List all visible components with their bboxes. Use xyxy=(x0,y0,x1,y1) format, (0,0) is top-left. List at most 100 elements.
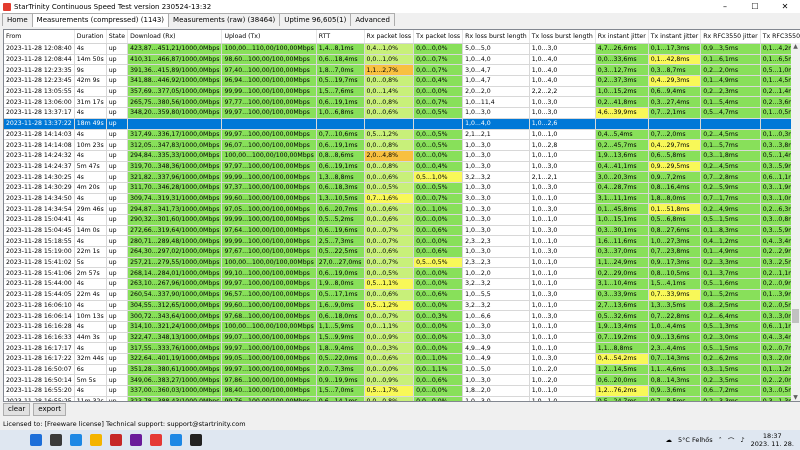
column-header[interactable]: From xyxy=(4,30,75,44)
table-cell: 5m 47s xyxy=(74,161,107,173)
table-cell: 1,9...13,6ms xyxy=(595,150,649,162)
table-row[interactable]: 2023-11-28 14:14:08 10m 23s up 312,05...347… xyxy=(4,139,800,151)
table-row[interactable]: 2023-11-28 16:55:25 11m 32s up 323,78...388… xyxy=(4,396,800,401)
table-row[interactable]: 2023-11-28 13:05:55 4s up 357,69...377,05/1… xyxy=(4,86,800,98)
column-header[interactable]: Upload (Tx) xyxy=(221,30,317,44)
table-row[interactable]: 2023-11-28 15:41:02 5s up 257,21...279,55/1… xyxy=(4,257,800,269)
table-cell: 0,0...0,7% xyxy=(364,257,415,269)
table-row[interactable]: 2023-11-28 16:50:07 6s up 351,28...380,61/1… xyxy=(4,364,800,376)
table-cell: 290,32...301,60/1000,0Mbps xyxy=(127,214,223,226)
table-cell: 2,0...7,3ms xyxy=(316,364,365,376)
column-header[interactable]: Duration xyxy=(74,30,107,44)
tab-uptime[interactable]: Uptime 96,605(1) xyxy=(279,13,352,26)
column-header[interactable]: Tx packet loss xyxy=(413,30,464,44)
table-row[interactable]: 2023-11-28 16:16:28 4s up 314,10...321,24/1… xyxy=(4,321,800,333)
column-header[interactable]: RTT xyxy=(316,30,365,44)
table-row[interactable]: 2023-11-28 16:06:10 4s up 304,55...312,65/1… xyxy=(4,300,800,312)
close-button[interactable]: ✕ xyxy=(770,0,800,13)
table-row[interactable]: 2023-11-28 16:06:14 10m 13s up 300,72...343… xyxy=(4,310,800,322)
weather-text[interactable]: 5°C Felhős xyxy=(678,436,713,444)
table-row[interactable]: 2023-11-28 12:08:40 4s up 423,87...451,21/1… xyxy=(4,43,800,55)
scroll-thumb[interactable] xyxy=(792,309,799,323)
table-row[interactable]: 2023-11-28 15:19:00 22m 1s up 264,30...297,… xyxy=(4,246,800,258)
table-cell: 0,7...2,8ms xyxy=(700,171,761,183)
table-cell: 0,7...2,0ms xyxy=(648,129,702,141)
tab-measurements-raw[interactable]: Measurements (raw) (38464) xyxy=(168,13,281,26)
clock[interactable]: 18:37 2023. 11. 28. xyxy=(751,432,794,448)
taskbar-app-icon[interactable] xyxy=(50,434,62,446)
vertical-scrollbar[interactable]: ▲ ▼ xyxy=(791,43,800,401)
table-row[interactable]: 2023-11-28 14:30:29 4m 20s up 311,70...346,… xyxy=(4,182,800,194)
table-row[interactable]: 2023-11-28 12:08:44 14m 50s up 410,31...466… xyxy=(4,54,800,66)
column-header[interactable]: Tx RFC3550 jitter xyxy=(760,30,800,44)
table-row[interactable]: 2023-11-28 16:50:14 5m 5s up 349,06...383,2… xyxy=(4,374,800,386)
chevron-up-icon[interactable]: ˄ xyxy=(719,436,722,444)
tab-home[interactable]: Home xyxy=(2,13,33,26)
table-cell: 2023-11-28 14:30:29 xyxy=(4,182,75,194)
taskbar-app-icon[interactable] xyxy=(110,434,122,446)
volume-icon[interactable]: ♪ xyxy=(740,436,744,444)
table-row[interactable]: 2023-11-28 12:23:35 9s up 391,36...415,89/1… xyxy=(4,64,800,77)
table-row[interactable]: 2023-11-28 16:16:33 44m 3s up 322,47...348,… xyxy=(4,332,800,344)
table-row[interactable]: 2023-11-28 14:24:32 4s up 294,84...335,33/1… xyxy=(4,150,800,162)
measurements-grid[interactable]: From Duration State Download (Rx) Upload (Tx… xyxy=(3,29,800,402)
table-row[interactable]: 2023-11-28 16:55:20 4s up 337,00...360,03/1… xyxy=(4,385,800,397)
table-row[interactable]: 2023-11-28 14:30:25 4s up 321,82...337,96/1… xyxy=(4,171,800,183)
tab-measurements-compressed[interactable]: Measurements (compressed) (1143) xyxy=(31,13,170,27)
table-cell: 1,0...3,0 xyxy=(462,374,530,386)
column-header[interactable]: Tx loss burst length xyxy=(529,30,596,44)
taskbar-app-icon[interactable] xyxy=(170,434,182,446)
table-row[interactable]: 2023-11-28 14:24:37 5m 47s up 319,70...348,… xyxy=(4,161,800,173)
table-row[interactable]: 2023-11-28 14:34:50 4s up 309,74...319,31/1… xyxy=(4,193,800,205)
column-header[interactable]: Rx loss burst length xyxy=(462,30,530,44)
table-cell: 42m 9s xyxy=(74,75,107,87)
table-row[interactable]: 2023-11-28 14:34:54 29m 46s up 294,87...341… xyxy=(4,203,800,215)
taskbar-app-icon[interactable] xyxy=(130,434,142,446)
taskbar-app-icon[interactable] xyxy=(190,434,202,446)
table-cell: 2023-11-28 16:55:20 xyxy=(4,385,75,397)
table-cell: 1,0...6,6 xyxy=(462,310,530,322)
table-cell: 1,6...11,6ms xyxy=(595,235,649,248)
table-cell: 2023-11-28 14:14:08 xyxy=(4,139,75,151)
maximize-button[interactable]: ☐ xyxy=(740,0,770,13)
scroll-up-icon[interactable]: ▲ xyxy=(791,43,800,50)
table-row[interactable]: 2023-11-28 13:37:22 18m 49s up 1,0...4,0 1,0… xyxy=(4,118,800,130)
table-row[interactable]: 2023-11-28 12:23:45 42m 9s up 341,88...446,… xyxy=(4,75,800,87)
table-row[interactable]: 2023-11-28 15:04:45 14m 0s up 272,66...319,… xyxy=(4,225,800,237)
table-row[interactable]: 2023-11-28 15:44:00 4s up 263,10...267,96/1… xyxy=(4,278,800,290)
tab-advanced[interactable]: Advanced xyxy=(350,13,395,26)
taskbar-app-icon[interactable] xyxy=(90,434,102,446)
taskbar-app-icon[interactable] xyxy=(70,434,82,446)
column-header[interactable]: Download (Rx) xyxy=(127,30,223,44)
table-cell: up xyxy=(106,54,129,66)
table-cell: 391,36...415,89/1000,0Mbps xyxy=(127,64,223,77)
column-header[interactable]: Rx RFC3550 jitter xyxy=(700,30,761,44)
table-row[interactable]: 2023-11-28 15:41:06 2m 57s up 268,14...284,… xyxy=(4,267,800,280)
taskbar-app-icon[interactable] xyxy=(150,434,162,446)
table-row[interactable]: 2023-11-28 14:14:03 4s up 317,49...336,17/1… xyxy=(4,129,800,141)
column-header[interactable]: Rx packet loss xyxy=(364,30,415,44)
clear-button[interactable]: clear xyxy=(3,403,31,416)
column-header[interactable]: Tx instant jitter xyxy=(648,30,702,44)
taskbar-app-icon[interactable] xyxy=(30,434,42,446)
table-cell: 0,2...6,4ms xyxy=(700,310,761,322)
minimize-button[interactable]: – xyxy=(710,0,740,13)
table-row[interactable]: 2023-11-28 15:18:55 4s up 280,71...289,48/1… xyxy=(4,235,800,248)
column-header[interactable]: Rx instant jitter xyxy=(595,30,649,44)
table-cell: 309,74...319,31/1000,0Mbps xyxy=(127,193,223,205)
export-button[interactable]: export xyxy=(33,403,66,416)
table-row[interactable]: 2023-11-28 16:17:17 4s up 317,55...333,76/1… xyxy=(4,342,800,354)
column-header[interactable]: State xyxy=(106,30,129,44)
table-cell: 27,0...27,0ms xyxy=(316,257,365,269)
table-cell: 0,5...1,2% xyxy=(364,129,415,141)
table-row[interactable]: 2023-11-28 13:06:00 31m 17s up 265,75...380… xyxy=(4,96,800,109)
table-row[interactable]: 2023-11-28 15:04:41 4s up 290,32...301,60/1… xyxy=(4,214,800,226)
scroll-down-icon[interactable]: ▼ xyxy=(791,394,800,401)
table-cell: 1,0...1,0 xyxy=(529,321,596,333)
table-cell: 1,0...3,0 xyxy=(529,107,596,119)
table-row[interactable]: 2023-11-28 15:44:05 22m 4s up 260,54...337,… xyxy=(4,289,800,301)
table-row[interactable]: 2023-11-28 13:37:17 4s up 348,20...359,80/1… xyxy=(4,107,800,119)
table-row[interactable]: 2023-11-28 16:17:22 32m 44s up 322,64...401… xyxy=(4,353,800,365)
table-cell: up xyxy=(106,289,129,301)
network-icon[interactable]: ⌒ xyxy=(728,435,735,445)
